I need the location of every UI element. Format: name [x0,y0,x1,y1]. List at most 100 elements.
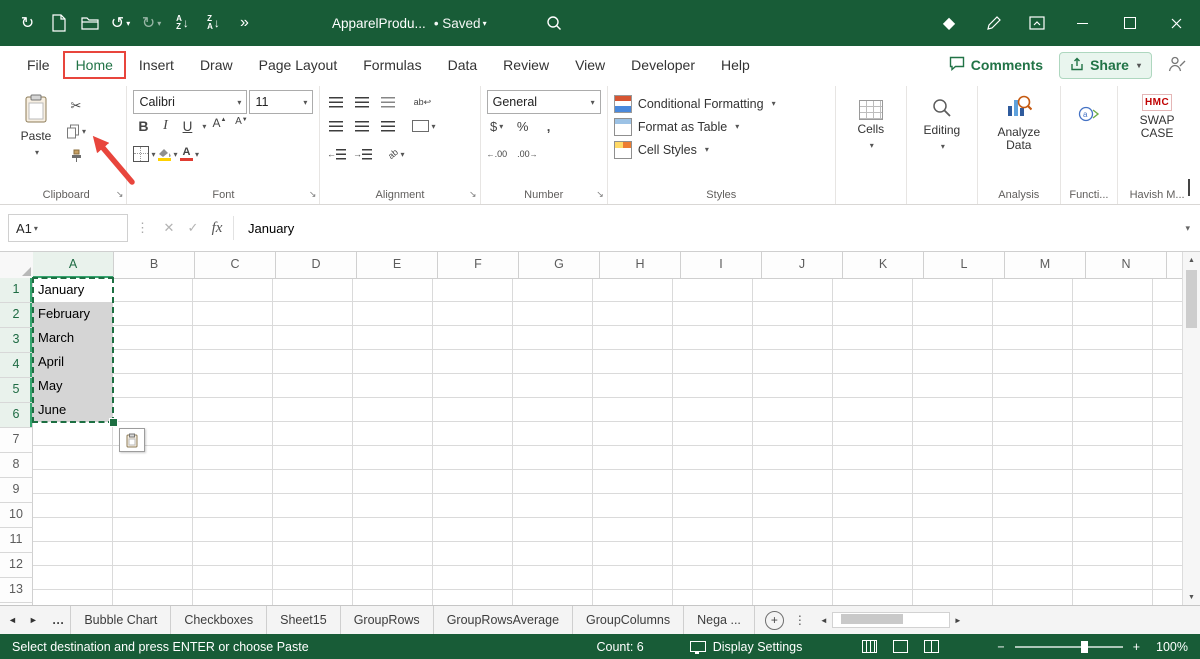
fill-color-button[interactable]: ▾ [157,144,177,164]
column-header[interactable]: I [681,252,762,279]
scroll-down-icon[interactable]: ▼ [1188,589,1195,605]
sheet-tab[interactable]: GroupRowsAverage [434,606,574,634]
clipboard-dialog-launcher-icon[interactable]: ↘ [116,189,124,200]
redo-button[interactable]: ↻ ▾ [136,7,167,39]
cancel-entry-icon[interactable]: ✕ [157,220,181,236]
sheet-tab[interactable]: Sheet15 [267,606,341,634]
scroll-left-icon[interactable]: ◄ [816,616,832,625]
format-painter-button[interactable] [66,146,86,166]
insert-function-icon[interactable]: fx [205,220,229,237]
confirm-entry-icon[interactable]: ✓ [181,220,205,236]
expand-formula-bar-icon[interactable]: ▾ [1185,223,1190,234]
align-left-button[interactable] [326,116,346,136]
cell-a6[interactable]: June [33,398,113,422]
cell-styles-button[interactable]: Cell Styles ▾ [613,138,829,161]
font-size-select[interactable]: 11 ▾ [249,90,314,114]
row-header[interactable]: 4 [0,353,33,378]
row-header[interactable]: 11 [0,528,33,553]
ribbon-display-options-icon[interactable] [1015,7,1059,39]
align-bottom-button[interactable] [378,92,398,112]
tab-formulas[interactable]: Formulas [350,51,434,79]
number-format-select[interactable]: General ▾ [486,90,601,114]
column-header[interactable]: C [195,252,276,279]
sheet-options-icon[interactable]: ⋮ [794,613,806,627]
sheet-nav-right-icon[interactable]: ► [29,615,38,625]
tab-review[interactable]: Review [490,51,562,79]
cell-a2[interactable]: February [33,302,113,326]
font-name-select[interactable]: Calibri ▾ [133,90,248,114]
new-sheet-button[interactable]: + [764,610,784,630]
inking-pen-icon[interactable] [971,7,1015,39]
vertical-scrollbar[interactable]: ▲ ▼ [1182,252,1200,605]
cell-a4[interactable]: April [33,350,113,374]
decrease-decimal-button[interactable]: .00 → [517,144,538,164]
column-header[interactable]: B [114,252,195,279]
more-commands-icon[interactable]: » [229,7,260,39]
new-file-icon[interactable] [43,7,74,39]
align-center-button[interactable] [352,116,372,136]
column-header[interactable]: D [276,252,357,279]
name-box[interactable]: A1 ▾ [8,214,128,242]
sheet-tab[interactable]: GroupRows [341,606,434,634]
cell-a3[interactable]: March [33,326,113,350]
sort-descending-icon[interactable]: Z A ↓ [198,7,229,39]
column-header[interactable]: H [600,252,681,279]
sheet-tab[interactable]: GroupColumns [573,606,685,634]
row-header[interactable]: 8 [0,453,33,478]
column-header[interactable]: L [924,252,1005,279]
minimize-button[interactable] [1059,0,1106,46]
row-header[interactable]: 2 [0,303,33,328]
cut-button[interactable]: ✂ [66,96,86,116]
paste-button[interactable]: Paste ▾ [12,90,60,159]
row-header[interactable]: 5 [0,378,33,403]
page-layout-view-icon[interactable] [893,640,909,653]
sheet-tab[interactable]: Nega ... [684,606,755,634]
scroll-right-icon[interactable]: ► [950,616,966,625]
conditional-formatting-button[interactable]: Conditional Formatting ▾ [613,92,829,115]
row-header[interactable]: 6 [0,403,33,428]
paste-options-button[interactable] [119,428,145,452]
sheet-tab[interactable]: Bubble Chart [71,606,172,634]
tab-home[interactable]: Home [62,51,126,79]
align-right-button[interactable] [378,116,398,136]
orientation-button[interactable]: ab ▾ [386,144,406,164]
row-header[interactable]: 3 [0,328,33,353]
sign-in-person-icon[interactable] [1168,56,1186,75]
horizontal-scrollbar[interactable]: ◄ ► [816,612,966,628]
comments-button[interactable]: Comments [949,56,1043,74]
page-break-preview-icon[interactable] [924,640,940,653]
align-middle-button[interactable] [352,92,372,112]
row-header[interactable]: 13 [0,578,33,603]
column-header[interactable]: F [438,252,519,279]
share-button[interactable]: Share ▾ [1059,51,1152,79]
tab-view[interactable]: View [562,51,618,79]
column-header[interactable]: K [843,252,924,279]
column-header[interactable]: M [1005,252,1086,279]
tab-page-layout[interactable]: Page Layout [246,51,351,79]
select-all-corner[interactable] [0,252,34,279]
zoom-slider-thumb[interactable] [1080,640,1088,653]
font-color-button[interactable]: A ▾ [179,144,199,164]
vertical-scroll-thumb[interactable] [1186,270,1197,328]
editing-button[interactable]: Editing ▾ [913,90,971,153]
zoom-slider[interactable] [1014,640,1123,653]
formula-input[interactable]: January [248,221,1185,236]
row-header[interactable]: 7 [0,428,33,453]
close-button[interactable] [1153,0,1200,46]
column-header[interactable]: E [357,252,438,279]
tab-file[interactable]: File [14,51,63,79]
increase-indent-button[interactable]: → [352,144,372,164]
document-title[interactable]: ApparelProdu... [332,16,426,31]
zoom-out-icon[interactable]: − [997,640,1004,654]
undo-button[interactable]: ↺ ▾ [105,7,136,39]
row-header[interactable]: 14 [0,603,33,605]
tab-developer[interactable]: Developer [618,51,708,79]
comma-style-button[interactable]: , [539,116,559,136]
column-header[interactable]: N [1086,252,1167,279]
sort-ascending-icon[interactable]: A Z ↓ [167,7,198,39]
analyze-data-button[interactable]: Analyze Data [984,90,1054,152]
horizontal-scroll-thumb[interactable] [840,614,903,624]
row-header[interactable]: 1 [0,278,33,303]
increase-font-size-button[interactable]: A ▲ [209,116,229,136]
count-indicator[interactable]: Count: 6 [596,640,643,654]
